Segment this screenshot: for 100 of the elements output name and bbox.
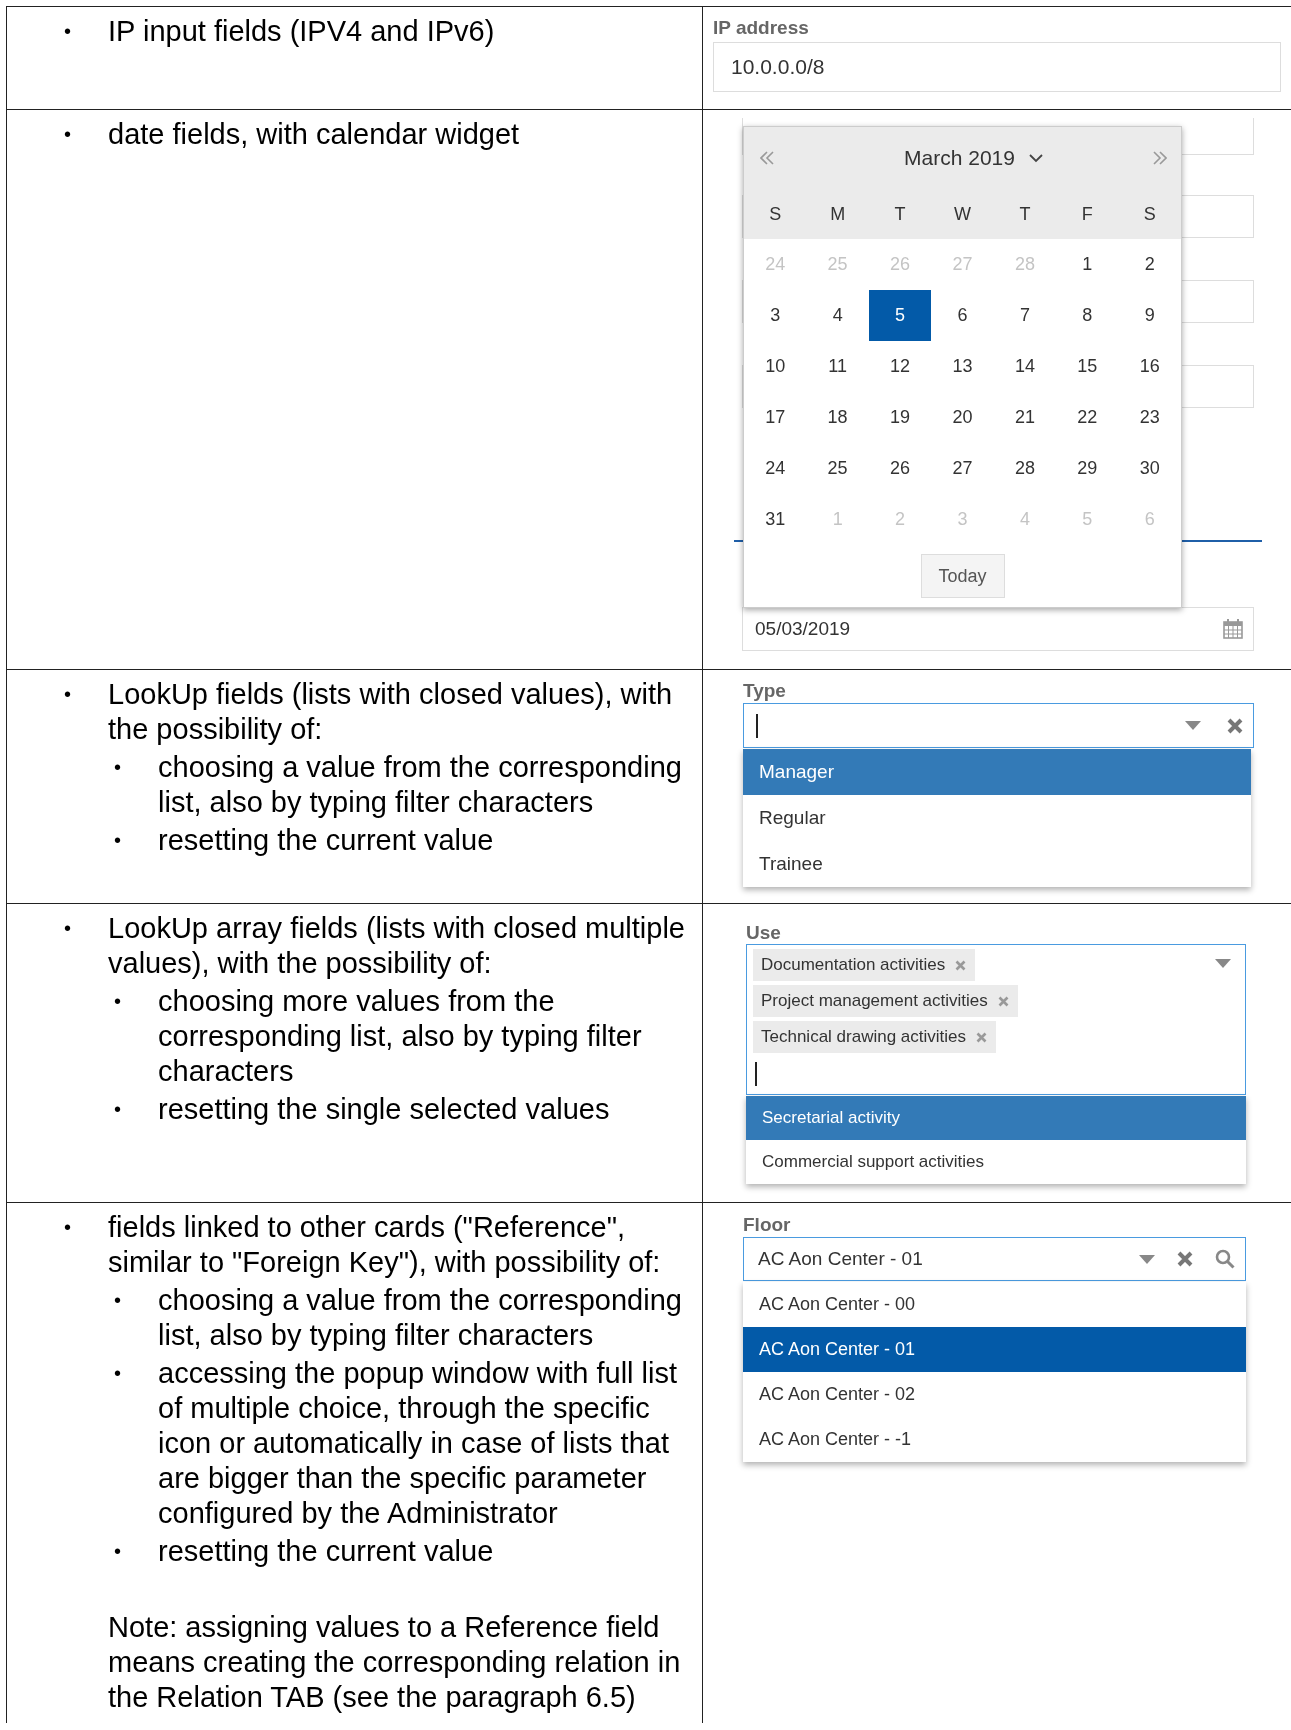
lookup-field[interactable]	[743, 703, 1254, 748]
clear-icon[interactable]	[1227, 717, 1243, 734]
calendar-icon[interactable]	[1223, 619, 1243, 639]
calendar-day[interactable]: 21	[993, 392, 1057, 443]
clear-icon[interactable]	[1177, 1251, 1193, 1267]
calendar-day[interactable]: 13	[931, 341, 994, 392]
calendar-day[interactable]: 28	[993, 443, 1057, 494]
list-item-text: fields linked to other cards ("Reference", similar to "Foreign Key"), with possibility of:	[108, 1210, 662, 1280]
bullet: •	[64, 122, 72, 147]
field-label: Type	[743, 680, 787, 702]
calendar-day[interactable]: 26	[868, 443, 932, 494]
calendar-day[interactable]: 24	[744, 443, 807, 494]
calendar-day[interactable]: 9	[1118, 290, 1181, 341]
calendar-day[interactable]: 11	[806, 341, 869, 392]
calendar-day[interactable]: 2	[1118, 239, 1181, 290]
remove-icon[interactable]	[955, 959, 967, 971]
bullet: •	[64, 1215, 72, 1240]
calendar-day[interactable]: 31	[744, 494, 807, 545]
bullet: •	[114, 828, 122, 853]
list-item-text: LookUp array fields (lists with closed multiple values), with the possibility of:	[108, 911, 686, 981]
weekday-label: S	[1143, 203, 1156, 225]
tag-label: Documentation activities	[761, 955, 946, 975]
caret-down-icon[interactable]	[1139, 1254, 1155, 1264]
calendar-day[interactable]: 10	[744, 341, 807, 392]
weekday-label: T	[894, 203, 906, 225]
list-item-text: resetting the current value	[158, 823, 495, 858]
calendar-day[interactable]: 15	[1056, 341, 1119, 392]
bullet: •	[64, 682, 72, 707]
bullet: •	[114, 1097, 122, 1122]
weekday-label: T	[1019, 203, 1031, 225]
bullet: •	[114, 1361, 122, 1386]
calendar-day[interactable]: 14	[993, 341, 1057, 392]
list-item-text: IP input fields (IPV4 and IPv6)	[108, 14, 496, 49]
calendar-day[interactable]: 6	[931, 290, 994, 341]
dropdown-option[interactable]: Manager	[743, 749, 1251, 795]
calendar-day[interactable]: 8	[1056, 290, 1119, 341]
dropdown-option[interactable]: Secretarial activity	[746, 1096, 1246, 1140]
today-button[interactable]: Today	[920, 554, 1005, 598]
bullet: •	[114, 755, 122, 780]
calendar-day[interactable]: 4	[806, 290, 869, 341]
calendar-day[interactable]: 19	[868, 392, 932, 443]
chevron-down-icon[interactable]	[1028, 153, 1043, 163]
field-label: Floor	[743, 1214, 792, 1236]
note-text: Note: assigning values to a Reference field means creating the corresponding relation in the Relation TAB (see the paragraph 6.5)	[108, 1610, 682, 1715]
text-cursor	[755, 1062, 757, 1086]
month-title[interactable]: March 2019	[904, 146, 1015, 170]
calendar-day[interactable]: 17	[744, 392, 807, 443]
weekday-label: W	[954, 203, 971, 225]
calendar-day[interactable]: 5	[868, 290, 932, 341]
bullet: •	[114, 989, 122, 1014]
caret-down-icon[interactable]	[1215, 959, 1231, 968]
weekday-label: S	[769, 203, 782, 225]
dropdown-option[interactable]: Regular	[743, 795, 1251, 841]
dropdown-option[interactable]: Trainee	[743, 841, 1251, 887]
dropdown-option[interactable]: Commercial support activities	[746, 1140, 1246, 1184]
calendar-day[interactable]: 23	[1118, 392, 1181, 443]
field-value: 05/03/2019	[755, 618, 851, 640]
field-label: Use	[746, 922, 782, 944]
double-chevron-right-icon[interactable]	[1153, 151, 1167, 165]
bullet: •	[114, 1539, 122, 1564]
weekday-label: F	[1081, 203, 1093, 225]
weekday-label: M	[830, 203, 846, 225]
tag-label: Project management activities	[761, 991, 988, 1011]
calendar-day[interactable]: 7	[993, 290, 1057, 341]
list-item-text: resetting the single selected values	[158, 1092, 611, 1127]
list-item-text: resetting the current value	[158, 1534, 495, 1569]
calendar-day[interactable]: 18	[806, 392, 869, 443]
caret-down-icon[interactable]	[1185, 721, 1201, 730]
calendar-day[interactable]: 12	[868, 341, 932, 392]
calendar-day[interactable]: 25	[806, 443, 869, 494]
calendar-day[interactable]: 16	[1118, 341, 1181, 392]
dropdown-option[interactable]: AC Aon Center - 00	[743, 1282, 1246, 1327]
date-field[interactable]: 05/03/2019	[742, 607, 1254, 651]
dropdown-option[interactable]: AC Aon Center - -1	[743, 1417, 1246, 1462]
remove-icon[interactable]	[976, 1031, 988, 1043]
calendar-day[interactable]: 27	[931, 443, 994, 494]
bullet: •	[64, 19, 72, 44]
tag-label: Technical drawing activities	[761, 1027, 967, 1047]
field-value: AC Aon Center - 01	[758, 1248, 923, 1270]
list-item-text: date fields, with calendar widget	[108, 117, 521, 152]
search-icon[interactable]	[1215, 1249, 1235, 1269]
calendar-day[interactable]: 1	[1056, 239, 1119, 290]
ip-address-field[interactable]: 10.0.0.0/8	[713, 42, 1281, 92]
text-cursor	[756, 713, 758, 738]
calendar-day[interactable]: 20	[931, 392, 994, 443]
calendar-day[interactable]: 29	[1056, 443, 1119, 494]
field-label: IP address	[713, 17, 810, 39]
reference-field[interactable]: AC Aon Center - 01	[743, 1237, 1246, 1281]
calendar-day[interactable]: 30	[1118, 443, 1181, 494]
field-value: 10.0.0.0/8	[731, 55, 825, 79]
calendar-day[interactable]: 22	[1056, 392, 1119, 443]
double-chevron-left-icon[interactable]	[760, 151, 774, 165]
remove-icon[interactable]	[997, 995, 1009, 1007]
dropdown-option[interactable]: AC Aon Center - 02	[743, 1372, 1246, 1417]
multi-select-field[interactable]: Documentation activities Project management activities Technical drawing activities	[746, 944, 1246, 1095]
dropdown-option[interactable]: AC Aon Center - 01	[743, 1327, 1246, 1372]
bullet: •	[114, 1288, 122, 1313]
bullet: •	[64, 916, 72, 941]
list-item-text: LookUp fields (lists with closed values), with the possibility of:	[108, 677, 674, 747]
calendar-day[interactable]: 3	[744, 290, 807, 341]
